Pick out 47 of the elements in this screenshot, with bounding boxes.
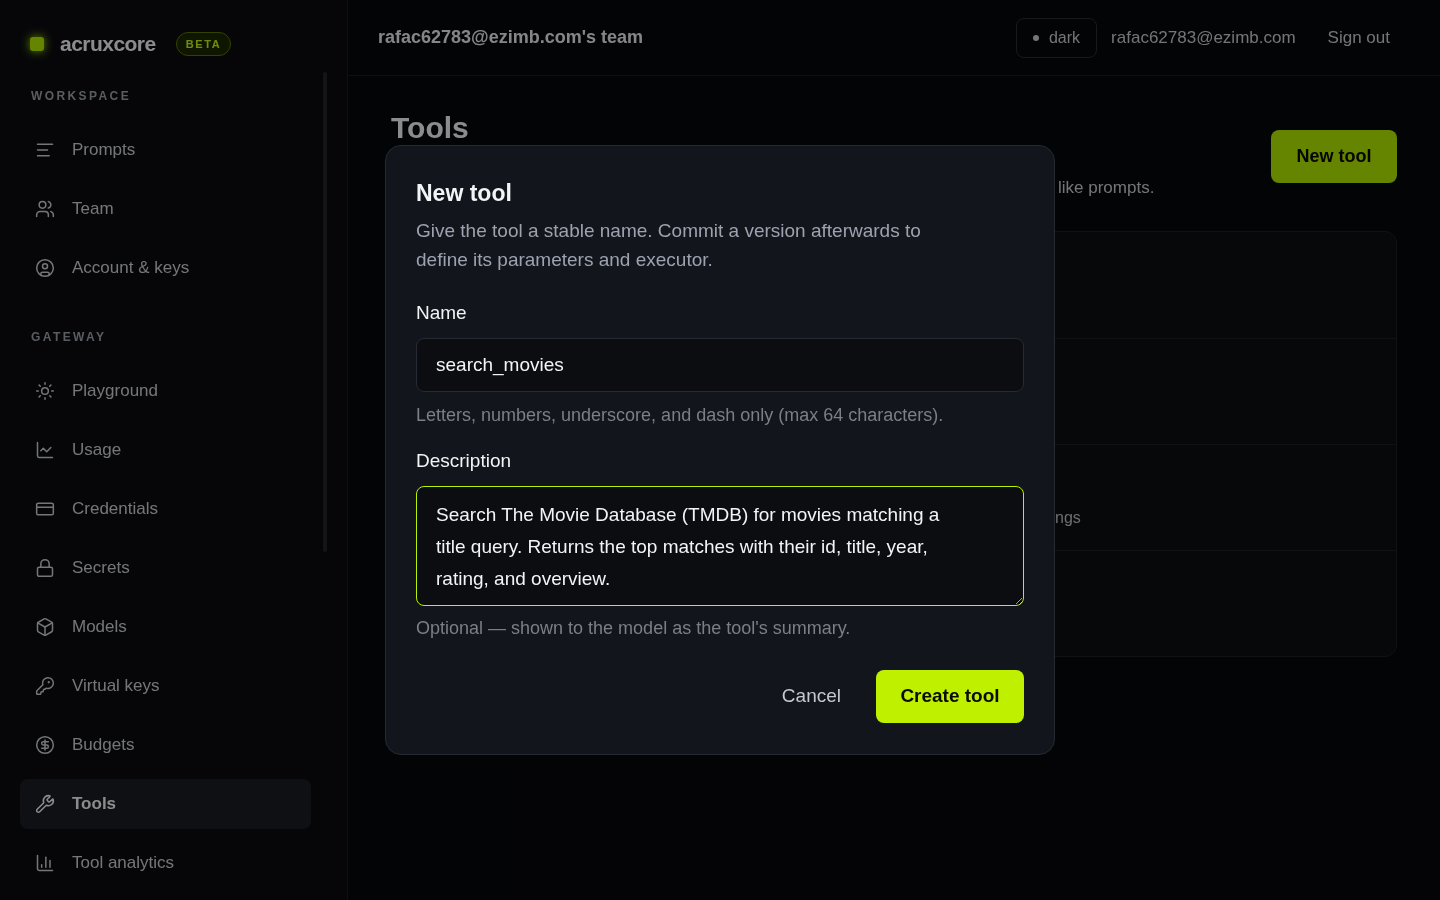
new-tool-button[interactable]: New tool	[1271, 130, 1397, 183]
name-field[interactable]: search_movies	[416, 338, 1024, 392]
beta-badge: BETA	[175, 31, 232, 57]
key-icon	[35, 676, 55, 696]
sidebar-item[interactable]: Team	[20, 184, 311, 234]
cancel-button[interactable]: Cancel	[761, 670, 861, 723]
dialog-description: Give the tool a stable name. Commit a version afterwards to define its parameters and executor.	[416, 219, 922, 272]
brand-name: acruxcore	[60, 31, 156, 58]
sidebar-item[interactable]: Secrets	[20, 543, 311, 593]
lines-icon	[35, 140, 55, 160]
sidebar-item[interactable]: Credentials	[20, 484, 311, 534]
field-hint: Letters, numbers, underscore, and dash only (max 64 characters).	[416, 404, 945, 427]
page-description: like prompts.	[1058, 177, 1155, 199]
user-email: rafac62783@ezimb.com	[1111, 26, 1296, 49]
sidebar-item[interactable]: Models	[20, 602, 311, 652]
field-label: Name	[416, 301, 468, 325]
sidebar-item[interactable]: Virtual keys	[20, 661, 311, 711]
sidebar-item[interactable]: Tools	[20, 779, 311, 829]
logo-icon	[30, 37, 44, 51]
coin-icon	[35, 735, 55, 755]
cube-icon	[35, 617, 55, 637]
field-label: Description	[416, 449, 513, 473]
sidebar-item[interactable]: Budgets	[20, 720, 311, 770]
field-hint: Optional — shown to the model as the tool's summary.	[416, 617, 852, 640]
section-label: WORKSPACE	[30, 88, 133, 104]
row-text: ngs	[1055, 508, 1081, 526]
create-tool-button[interactable]: Create tool	[876, 670, 1024, 723]
lock-icon	[35, 558, 55, 578]
sidebar-item[interactable]: Playground	[20, 366, 311, 416]
user-circle-icon	[35, 258, 55, 278]
people-icon	[35, 199, 55, 219]
sidebar-item[interactable]: Tool analytics	[20, 838, 311, 888]
team-name: rafac62783@ezimb.com's team	[378, 26, 643, 49]
section-label: GATEWAY	[30, 329, 108, 345]
theme-toggle[interactable]: dark	[1015, 17, 1098, 58]
credit-card-icon	[35, 499, 55, 519]
page-title: Tools	[391, 113, 469, 143]
dialog-title: New tool	[416, 179, 513, 208]
sign-out-link[interactable]: Sign out	[1327, 24, 1390, 51]
line-chart-icon	[35, 440, 55, 460]
sidebar-item[interactable]: Usage	[20, 425, 311, 475]
wrench-icon	[35, 794, 55, 814]
sidebar-item[interactable]: Prompts	[20, 125, 311, 175]
sun-icon	[35, 381, 55, 401]
sidebar-item[interactable]: Account & keys	[20, 243, 311, 293]
bar-chart-icon	[35, 853, 55, 873]
description-field[interactable]: Search The Movie Database (TMDB) for movies matching a title query. Returns the top matches with their id, title, year, rating, and overview.	[416, 486, 1024, 606]
